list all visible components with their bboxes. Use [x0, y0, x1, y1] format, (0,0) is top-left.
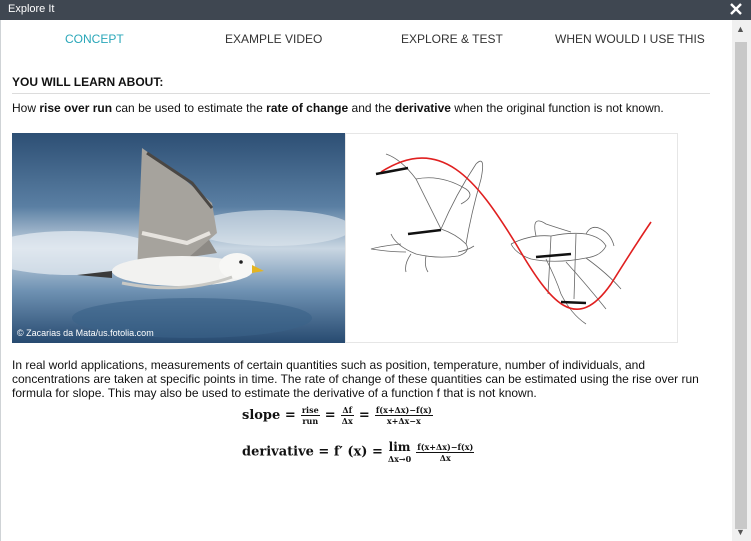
photo-credit: © Zacarias da Mata/us.fotolia.com [17, 328, 154, 338]
seagull-photo: © Zacarias da Mata/us.fotolia.com [12, 133, 345, 343]
scrollbar-thumb[interactable] [735, 42, 747, 529]
intro-text: How rise over run can be used to estimat… [12, 101, 664, 115]
content-area: CONCEPT EXAMPLE VIDEO EXPLORE & TEST WHE… [2, 20, 732, 541]
bird-sketch-figure [345, 133, 678, 343]
tab-explore-test[interactable]: EXPLORE & TEST [401, 32, 503, 46]
slope-formula: slope = rise run = Δf Δx = f(x+Δx)−f(x) x+Δ… [242, 405, 433, 426]
divider [12, 93, 710, 94]
tab-bar: CONCEPT EXAMPLE VIDEO EXPLORE & TEST WHE… [2, 20, 732, 60]
scroll-up-icon[interactable]: ▲ [736, 24, 745, 34]
tab-concept[interactable]: CONCEPT [65, 32, 124, 46]
title-bar: Explore It [0, 0, 751, 20]
tab-when-would-i-use-this[interactable]: WHEN WOULD I USE THIS [555, 32, 705, 46]
scroll-down-icon[interactable]: ▼ [736, 527, 745, 537]
body-paragraph: In real world applications, measurements… [12, 358, 699, 400]
tab-example-video[interactable]: EXAMPLE VIDEO [225, 32, 322, 46]
derivative-formula: derivative = f′ (x) = lim Δx→0 f(x+Δx)−f… [242, 440, 475, 464]
window-title: Explore It [8, 3, 55, 15]
section-heading: YOU WILL LEARN ABOUT: [12, 75, 164, 89]
close-icon[interactable] [729, 2, 743, 16]
vertical-scrollbar[interactable]: ▲ ▼ [732, 20, 751, 541]
